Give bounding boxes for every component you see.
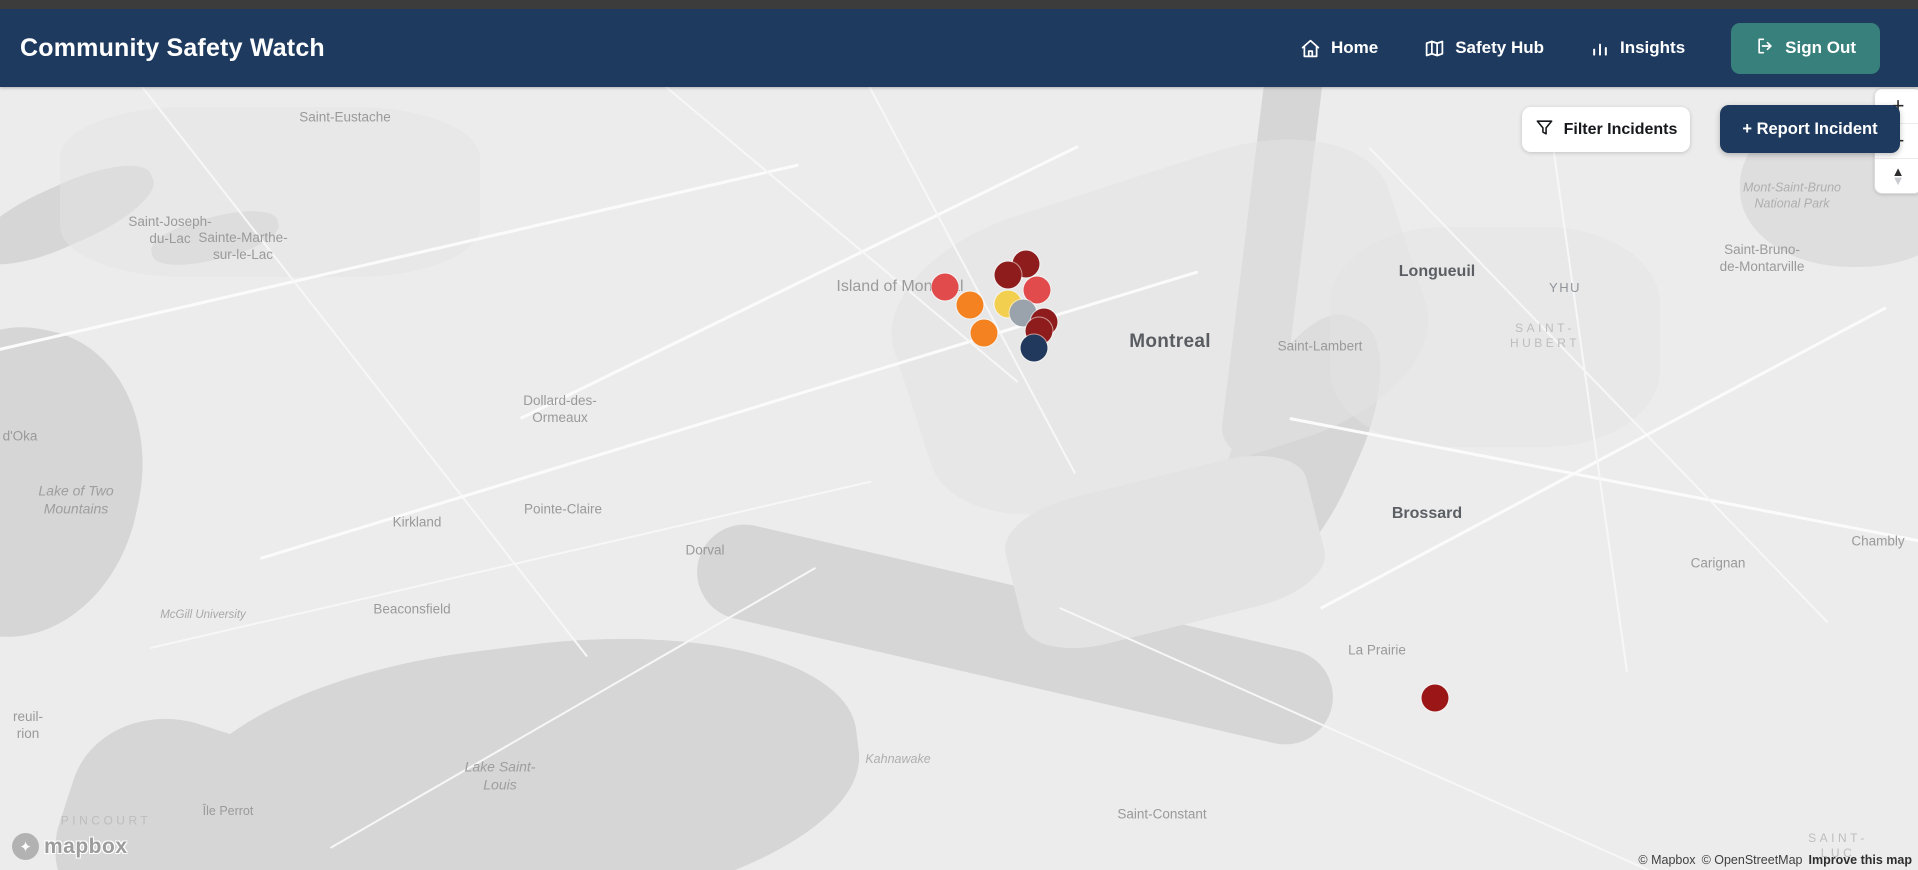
- map-label: SAINT- HUBERT: [1509, 321, 1581, 350]
- filter-incidents-button[interactable]: Filter Incidents: [1522, 107, 1690, 152]
- incident-marker[interactable]: [1020, 334, 1048, 362]
- map-label: PINCOURT: [60, 813, 152, 828]
- attribution-mapbox-link[interactable]: © Mapbox: [1638, 853, 1695, 867]
- map-label: d'Oka: [2, 428, 38, 444]
- incident-marker[interactable]: [956, 291, 984, 319]
- nav-item-safety-hub[interactable]: Safety Hub: [1424, 38, 1544, 59]
- home-icon: [1300, 38, 1321, 59]
- road: [118, 87, 588, 658]
- nav-item-insights[interactable]: Insights: [1590, 38, 1685, 58]
- log-out-icon: [1755, 36, 1775, 61]
- road: [1289, 417, 1918, 554]
- map-label: Kirkland: [392, 514, 442, 530]
- road: [150, 480, 872, 649]
- map-attribution: © Mapbox © OpenStreetMap Improve this ma…: [1638, 853, 1912, 867]
- map-label: Longueuil: [1398, 263, 1476, 280]
- map-label: Montreal: [1129, 331, 1211, 353]
- map-label: Lake of Two Mountains: [38, 482, 114, 517]
- nav-label: Safety Hub: [1455, 38, 1544, 57]
- lake-saint-louis-shape: [166, 606, 874, 870]
- map-label: Saint-Eustache: [299, 109, 391, 125]
- map-label: Chambly: [1851, 533, 1905, 549]
- map-canvas[interactable]: Saint-Eustache Saint-Joseph- du-Lac Sainte…: [0, 87, 1918, 870]
- lake-shape: [0, 148, 164, 282]
- pitch-arrows-icon: ▲ ▼: [1891, 164, 1905, 188]
- map-label: Saint-Constant: [1117, 806, 1207, 822]
- nav-label: Insights: [1620, 38, 1686, 57]
- map-label: Pointe-Claire: [523, 501, 603, 517]
- map-label: Dollard-des- Ormeaux: [523, 393, 597, 425]
- road: [1059, 607, 1883, 870]
- funnel-icon: [1535, 118, 1554, 142]
- attribution-osm-link[interactable]: © OpenStreetMap: [1702, 853, 1803, 867]
- map-label: Brossard: [1391, 505, 1463, 522]
- urban-patch: [866, 103, 1454, 551]
- arrow-down-icon: ▼: [1891, 173, 1905, 188]
- incident-marker[interactable]: [994, 261, 1022, 289]
- road: [1320, 306, 1887, 610]
- attribution-improve-link[interactable]: Improve this map: [1809, 853, 1913, 867]
- sign-out-label: Sign Out: [1785, 38, 1856, 57]
- map-label: Mont-Saint-Bruno National Park: [1743, 180, 1841, 210]
- map-label: Saint-Lambert: [1277, 338, 1363, 354]
- map-label: McGill University: [160, 608, 246, 621]
- mapbox-logo-text: mapbox: [44, 834, 128, 858]
- map-label: reuil- rion: [12, 709, 44, 741]
- incident-marker[interactable]: [931, 273, 959, 301]
- road: [0, 163, 799, 360]
- map-label: Sainte-Marthe- sur-le-Lac: [198, 230, 288, 262]
- urban-patch: [1330, 227, 1660, 447]
- mapbox-logo[interactable]: ✦ mapbox: [12, 833, 128, 860]
- road: [260, 270, 1199, 560]
- lake-of-two-mountains-shape: [0, 304, 170, 660]
- app-header: Community Safety Watch Home Safety Hub I…: [0, 9, 1918, 87]
- nav-item-home[interactable]: Home: [1300, 38, 1378, 59]
- map-label: Saint-Bruno- de-Montarville: [1719, 242, 1805, 274]
- window-top-strip: [0, 0, 1918, 9]
- map-label: Saint-Joseph- du-Lac: [128, 214, 212, 246]
- lake-shape: [146, 201, 284, 275]
- road: [520, 145, 1079, 420]
- incident-marker[interactable]: [1421, 684, 1449, 712]
- map-label: Île Perrot: [202, 804, 254, 819]
- pitch-toggle-button[interactable]: ▲ ▼: [1875, 158, 1918, 193]
- map-label: Lake Saint- Louis: [464, 758, 536, 793]
- app-title: Community Safety Watch: [20, 33, 325, 62]
- road: [1368, 147, 1829, 624]
- sign-out-button[interactable]: Sign Out: [1731, 22, 1880, 74]
- nav-label: Home: [1330, 38, 1379, 57]
- report-incident-label: + Report Incident: [1742, 119, 1878, 138]
- road: [330, 567, 816, 849]
- river-shape: [1186, 294, 1410, 600]
- map-label: YHU: [1549, 279, 1581, 295]
- report-incident-button[interactable]: + Report Incident: [1720, 105, 1900, 153]
- incident-marker[interactable]: [970, 319, 998, 347]
- map-label: Dorval: [685, 542, 725, 558]
- filter-incidents-label: Filter Incidents: [1563, 120, 1678, 138]
- bar-chart-icon: [1590, 38, 1610, 58]
- map-label: La Prairie: [1348, 642, 1406, 658]
- main-nav: Home Safety Hub Insights Sign Out: [1300, 22, 1880, 74]
- river-shape: [1218, 87, 1326, 460]
- map-label: Beaconsfield: [373, 601, 451, 617]
- mapbox-logo-icon: ✦: [12, 833, 39, 860]
- road: [1548, 117, 1628, 672]
- airport-patch: [996, 441, 1334, 663]
- map-label: Kahnawake: [865, 752, 931, 767]
- map-icon: [1424, 38, 1445, 59]
- river-shape: [687, 515, 1343, 754]
- road: [618, 87, 1019, 383]
- urban-patch: [60, 107, 480, 277]
- map-label: Carignan: [1690, 555, 1746, 571]
